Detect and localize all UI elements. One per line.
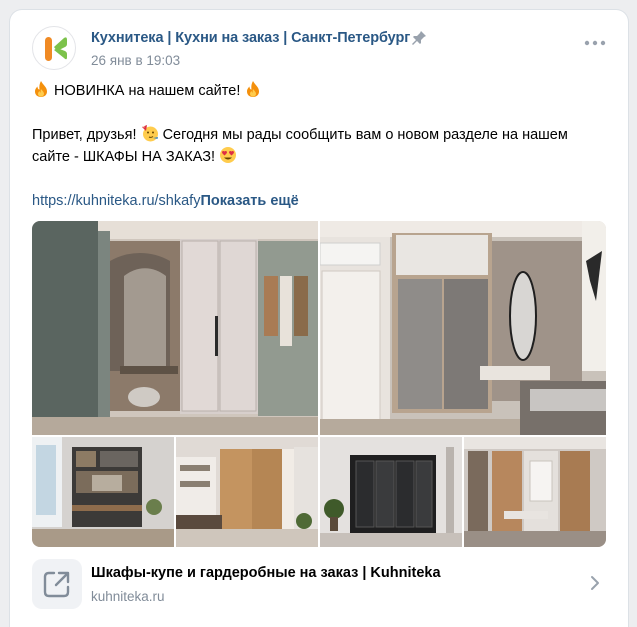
post-header: Кухнитека | Кухни на заказ | Санкт-Петер…: [32, 26, 612, 76]
black-wardrobe-image: [320, 437, 462, 547]
greeting-text: Привет, друзья!: [32, 127, 137, 143]
photo-gallery: [32, 221, 606, 547]
announcement-text-cont: сайте - ШКАФЫ НА ЗАКАЗ!: [32, 149, 215, 165]
post-body-line: сайте - ШКАФЫ НА ЗАКАЗ!: [32, 146, 606, 168]
partying-face-emoji: [141, 125, 158, 142]
gallery-photo[interactable]: [464, 437, 606, 547]
post-author-link[interactable]: Кухнитека | Кухни на заказ | Санкт-Петер…: [91, 30, 410, 46]
post-body-line: Привет, друзья! Сегодня мы рады сообщить…: [32, 124, 606, 146]
gallery-photo[interactable]: [32, 437, 174, 547]
post-text: НОВИНКА на нашем сайте! Привет, друзья! …: [32, 80, 606, 212]
chevron-right-icon[interactable]: [590, 575, 600, 591]
show-more-link[interactable]: Показать ещё: [200, 193, 298, 209]
post-link-line: https://kuhniteka.ru/shkafyПоказать ещё: [32, 190, 606, 212]
post-timestamp[interactable]: 26 янв в 19:03: [91, 53, 180, 68]
hallway-wardrobe-image: [464, 437, 606, 547]
announcement-text: Сегодня мы рады сообщить вам о новом раз…: [162, 127, 568, 143]
external-link-icon: [43, 571, 70, 598]
bedroom-sliding-wardrobe-image: [320, 221, 606, 435]
post-headline-line: НОВИНКА на нашем сайте!: [32, 80, 606, 102]
fire-emoji: [35, 81, 47, 97]
link-attachment-title[interactable]: Шкафы-купе и гардеробные на заказ | Kuhn…: [91, 565, 441, 581]
wood-sliding-wardrobe-image: [176, 437, 318, 547]
office-shelving-image: [32, 437, 174, 547]
post-card: Кухнитека | Кухни на заказ | Санкт-Петер…: [10, 10, 628, 627]
heart-eyes-emoji: [220, 147, 237, 163]
kuhniteka-logo-icon: [45, 37, 67, 61]
wardrobe-with-round-mirror-image: [32, 221, 318, 435]
link-attachment-domain: kuhniteka.ru: [91, 589, 165, 604]
gallery-photo[interactable]: [320, 221, 606, 435]
avatar[interactable]: [32, 26, 76, 70]
more-dots-icon[interactable]: [584, 39, 606, 47]
link-attachment-thumb: [32, 559, 82, 609]
fire-emoji: [247, 81, 260, 97]
gallery-photo[interactable]: [32, 221, 318, 435]
link-attachment[interactable]: Шкафы-купе и гардеробные на заказ | Kuhn…: [32, 559, 608, 613]
gallery-photo[interactable]: [320, 437, 462, 547]
pin-icon: [412, 31, 426, 45]
headline-text: НОВИНКА на нашем сайте!: [54, 83, 241, 99]
gallery-photo[interactable]: [176, 437, 318, 547]
post-url-link[interactable]: https://kuhniteka.ru/shkafy: [32, 193, 200, 209]
